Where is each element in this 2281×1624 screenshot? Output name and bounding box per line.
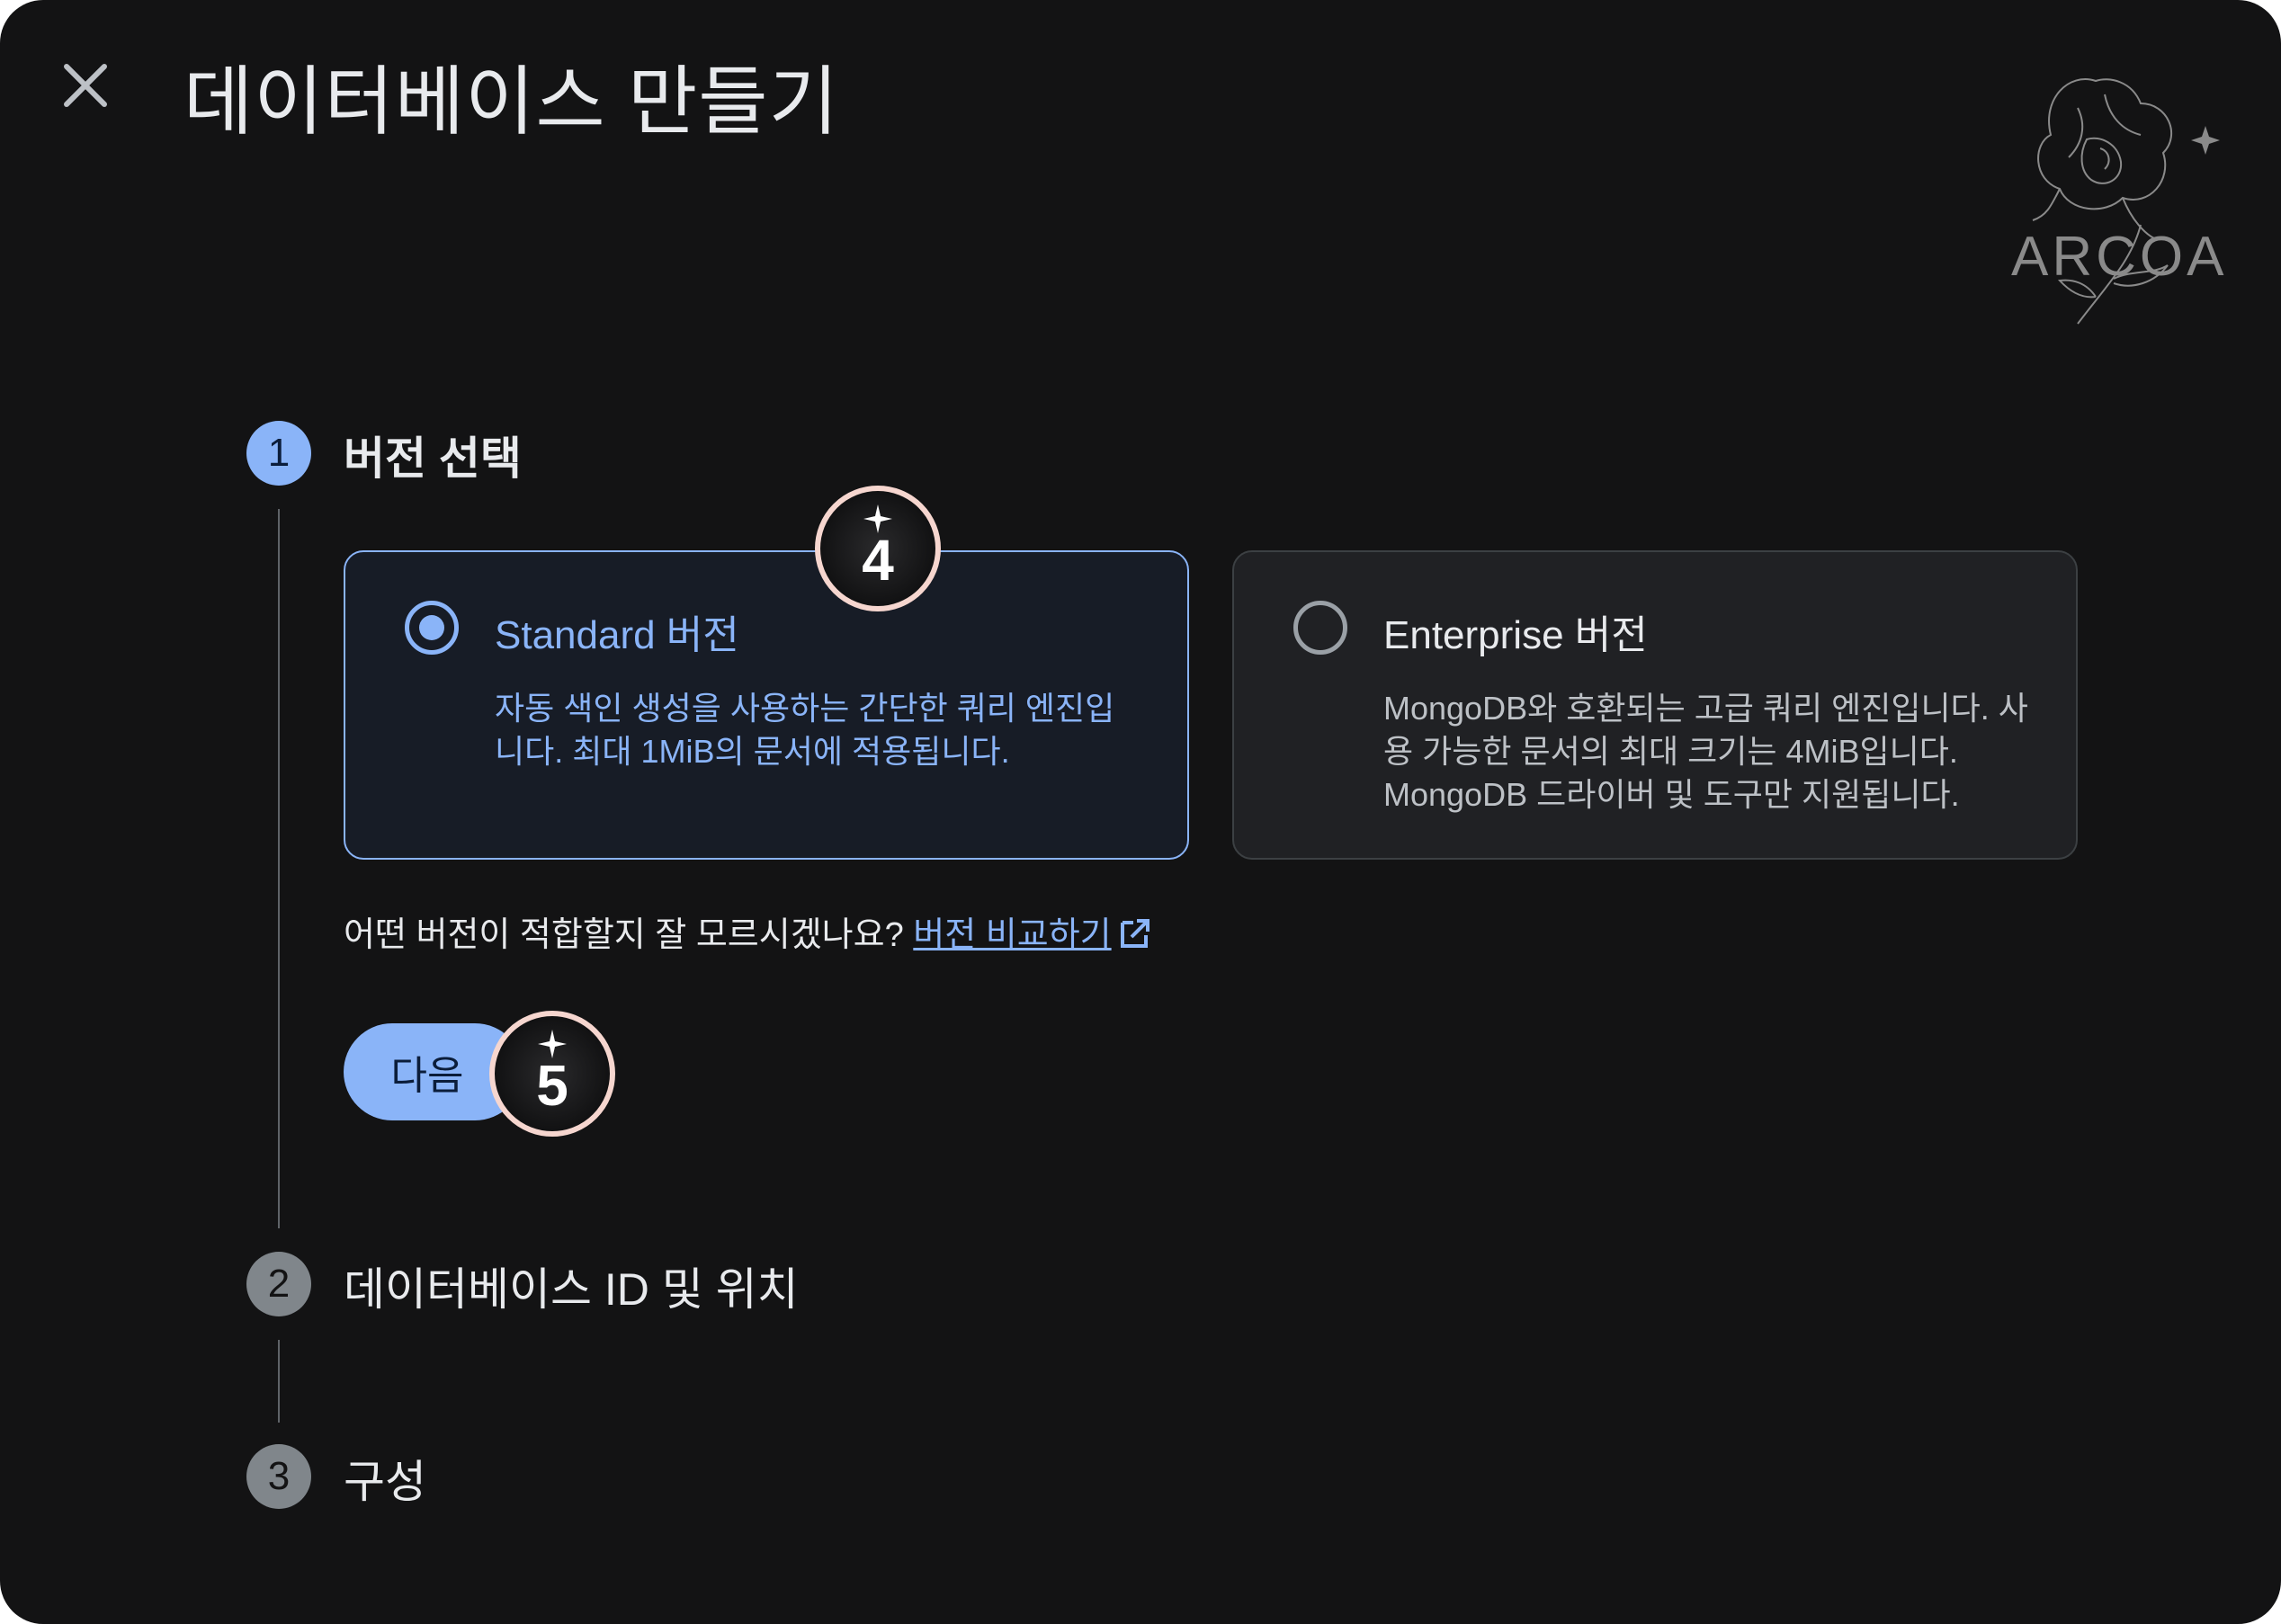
standard-edition-card[interactable]: Standard 버전 자동 색인 생성을 사용하는 간단한 쿼리 엔진입니다.… bbox=[344, 550, 1189, 860]
step-badge-5: 5 bbox=[489, 1011, 615, 1137]
step-label-version-select: 버전 선택 bbox=[344, 433, 522, 484]
compare-editions-link-label: 버전 비교하기 bbox=[913, 916, 1112, 954]
enterprise-edition-card[interactable]: Enterprise 버전 MongoDB와 호환되는 고급 쿼리 엔진입니다.… bbox=[1232, 550, 2078, 860]
step-badge-number: 5 bbox=[536, 1053, 568, 1118]
step-number-1: 1 bbox=[246, 421, 311, 486]
close-icon[interactable] bbox=[54, 54, 117, 117]
edition-help-text: 어떤 버전이 적합할지 잘 모르시겠나요? 버전 비교하기 bbox=[344, 906, 1153, 956]
dialog-title: 데이터베이스 만들기 bbox=[183, 59, 839, 144]
step-number-2: 2 bbox=[246, 1252, 311, 1316]
enterprise-edition-radio[interactable] bbox=[1293, 601, 1347, 655]
compare-editions-link[interactable]: 버전 비교하기 bbox=[913, 916, 1111, 954]
peony-flower-icon bbox=[2032, 78, 2220, 325]
step-label-database-id-location[interactable]: 데이터베이스 ID 및 위치 bbox=[344, 1254, 799, 1318]
step-label-configuration[interactable]: 구성 bbox=[344, 1446, 426, 1511]
edition-help-question: 어떤 버전이 적합할지 잘 모르시겠나요? bbox=[344, 916, 904, 954]
stepper-connector bbox=[278, 509, 280, 1228]
enterprise-edition-description: MongoDB와 호환되는 고급 쿼리 엔진입니다. 사용 가능한 문서의 최대… bbox=[1383, 690, 2028, 813]
enterprise-edition-title: Enterprise 버전 bbox=[1383, 613, 1648, 657]
standard-edition-title: Standard 버전 bbox=[495, 613, 739, 657]
create-database-dialog: 데이터베이스 만들기 ARCOA 1 버전 선택 Standard 버전 자동 … bbox=[0, 0, 2281, 1624]
step-badge-4: 4 bbox=[815, 486, 941, 611]
step-badge-number: 4 bbox=[862, 528, 894, 593]
open-in-new-icon[interactable] bbox=[1117, 915, 1153, 951]
standard-edition-description: 자동 색인 생성을 사용하는 간단한 쿼리 엔진입니다. 최대 1MiB의 문서… bbox=[495, 690, 1115, 770]
standard-edition-radio[interactable] bbox=[405, 601, 459, 655]
watermark-logo-text: ARCOA bbox=[2011, 226, 2228, 288]
step-number-3: 3 bbox=[246, 1444, 311, 1509]
stepper-connector bbox=[278, 1340, 280, 1423]
